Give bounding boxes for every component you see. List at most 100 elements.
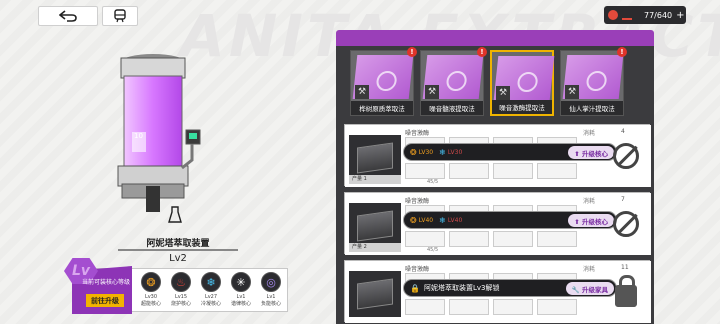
slot-cell	[493, 163, 533, 179]
slot-title: 噪音激酶	[405, 130, 430, 137]
core-requirement-bar: ❂ LV30 ❄ LV30 ⬆ 升级核心	[403, 143, 617, 161]
production-slot[interactable]: 产量 2 噪音激酶 消耗 7 45/5 ❂ LV40 ❄ LV40 ⬆ 升级核心	[344, 192, 651, 255]
device-divider	[118, 249, 238, 251]
back-arrow-icon	[59, 10, 77, 22]
tool-icon: ⚒	[496, 86, 510, 100]
recipe-list: ⚒ 桦树原质萃取法! ⚒ 噪音髓液提取法! ⚒ 噪音激酶提取法 ⚒ 仙人掌汁提取法!	[350, 47, 650, 120]
resource-value: 77/640	[644, 10, 673, 20]
slot-cell	[449, 299, 489, 315]
no-entry-icon	[613, 143, 639, 169]
go-upgrade-button[interactable]: 前往升级	[86, 294, 124, 307]
recipe-emblem-icon	[585, 71, 608, 91]
flask-icon	[168, 206, 182, 223]
slot-cell	[493, 299, 533, 315]
tool-icon: ⚒	[425, 85, 439, 99]
core-item[interactable]: ❄ Lv27 冷凝核心	[196, 272, 226, 307]
device-name: 阿妮塔萃取装置	[146, 239, 210, 249]
required-level: LV30	[418, 148, 434, 156]
recipe-emblem-icon	[445, 71, 468, 91]
unlock-requirement: 阿妮塔萃取装置Lv3解锁	[423, 284, 500, 292]
core-name: 负能核心	[260, 301, 281, 307]
required-level: LV40	[447, 216, 463, 224]
slot-cell	[537, 163, 577, 179]
consume-label: 消耗	[583, 130, 596, 137]
home-button[interactable]	[102, 6, 138, 26]
tool-icon: ⚒	[565, 85, 579, 99]
recipe-label: 噪音激酶提取法	[492, 100, 552, 114]
core-item[interactable]: ♨ Lv15 烧护核心	[166, 272, 196, 307]
resource-add-icon[interactable]: +	[676, 10, 684, 21]
core-name: 谐律核心	[230, 301, 251, 307]
slot-output-counter: 产量 1	[349, 175, 401, 184]
slot-status	[609, 207, 643, 241]
slot-progress: 45/5	[427, 179, 439, 185]
sun-icon: ❂	[141, 272, 161, 292]
slot-status	[609, 275, 643, 309]
slot-cell	[493, 231, 533, 247]
small-lock-icon: 🔒	[410, 283, 420, 293]
device-badge: 10	[134, 132, 143, 140]
slot-cell	[405, 299, 445, 315]
recipe-card[interactable]: ⚒ 桦树原质萃取法!	[350, 47, 417, 116]
slot-cell	[449, 163, 489, 179]
production-slot[interactable]: 产量 1 噪音激酶 消耗 4 45/5 ❂ LV30 ❄ LV30 ⬆ 升级核心	[344, 124, 651, 187]
snowflake-icon: ❄	[439, 215, 446, 225]
core-requirement-bar: ❂ LV40 ❄ LV40 ⬆ 升级核心	[403, 211, 617, 229]
core-requirement-bar: 🔒 阿妮塔萃取装置Lv3解锁 🔧 升级家具	[403, 279, 617, 297]
recipe-label: 噪音髓液提取法	[421, 101, 483, 115]
crate-image	[349, 271, 401, 317]
alert-badge-icon: !	[407, 47, 417, 57]
resource-icon	[608, 10, 618, 20]
resource-bar	[622, 18, 632, 20]
lock-icon	[615, 275, 637, 307]
recipe-card[interactable]: ⚒ 仙人掌汁提取法!	[560, 47, 627, 116]
crate-icon	[357, 278, 393, 310]
slot-cell	[537, 299, 577, 315]
sun-icon: ❂	[410, 215, 417, 225]
resource-counter[interactable]: 77/640 +	[604, 6, 686, 24]
slot-title: 噪音激酶	[405, 266, 430, 273]
slot-status	[609, 139, 643, 173]
extraction-device-image	[117, 54, 201, 212]
slot-cell	[405, 163, 445, 179]
core-item[interactable]: ✳ Lv1 谐律核心	[226, 272, 256, 307]
upgrade-button[interactable]: ⬆ 升级核心	[568, 214, 614, 227]
core-item[interactable]: ❂ Lv30 超能核心	[136, 272, 166, 307]
vortex-icon: ◎	[261, 272, 281, 292]
upgrade-button[interactable]: 🔧 升级家具	[565, 282, 614, 295]
slot-cell	[449, 231, 489, 247]
recipe-card[interactable]: ⚒ 噪音髓液提取法!	[420, 47, 487, 116]
snowflake-icon: ❄	[201, 272, 221, 292]
core-name: 超能核心	[140, 301, 161, 307]
core-panel-title: 当前可装核心等级	[82, 279, 131, 286]
consume-value: 7	[621, 196, 625, 203]
slot-progress: 45/5	[427, 247, 439, 253]
core-item[interactable]: ◎ Lv1 负能核心	[256, 272, 286, 307]
required-level: LV40	[418, 216, 434, 224]
crate-icon	[357, 210, 393, 242]
consume-value: 4	[621, 128, 625, 135]
slot-output-counter: 产量 2	[349, 243, 401, 252]
alert-badge-icon: !	[617, 47, 627, 57]
slot-cell	[537, 231, 577, 247]
production-slot[interactable]: 噪音激酶 消耗 11 🔒 阿妮塔萃取装置Lv3解锁 🔧 升级家具	[344, 260, 651, 323]
recipe-card[interactable]: ⚒ 噪音激酶提取法	[490, 50, 555, 116]
no-entry-icon	[613, 211, 639, 237]
recipe-emblem-icon	[375, 71, 398, 91]
fire-icon: ♨	[171, 272, 191, 292]
recipe-label: 桦树原质萃取法	[351, 101, 413, 115]
core-name: 烧护核心	[170, 301, 191, 307]
required-level: LV30	[447, 148, 463, 156]
upgrade-button[interactable]: ⬆ 升级核心	[568, 146, 614, 159]
crate-icon	[357, 142, 393, 174]
recipe-label: 仙人掌汁提取法	[561, 101, 623, 115]
device-level: Lv2	[169, 253, 187, 264]
core-name: 冷凝核心	[200, 301, 221, 307]
alert-badge-icon: !	[477, 47, 487, 57]
sparkle-icon: ✳	[231, 272, 251, 292]
slot-title: 噪音激酶	[405, 198, 430, 205]
consume-label: 消耗	[583, 266, 596, 273]
train-icon	[114, 9, 126, 23]
slot-cell	[405, 231, 445, 247]
back-button[interactable]	[38, 6, 98, 26]
